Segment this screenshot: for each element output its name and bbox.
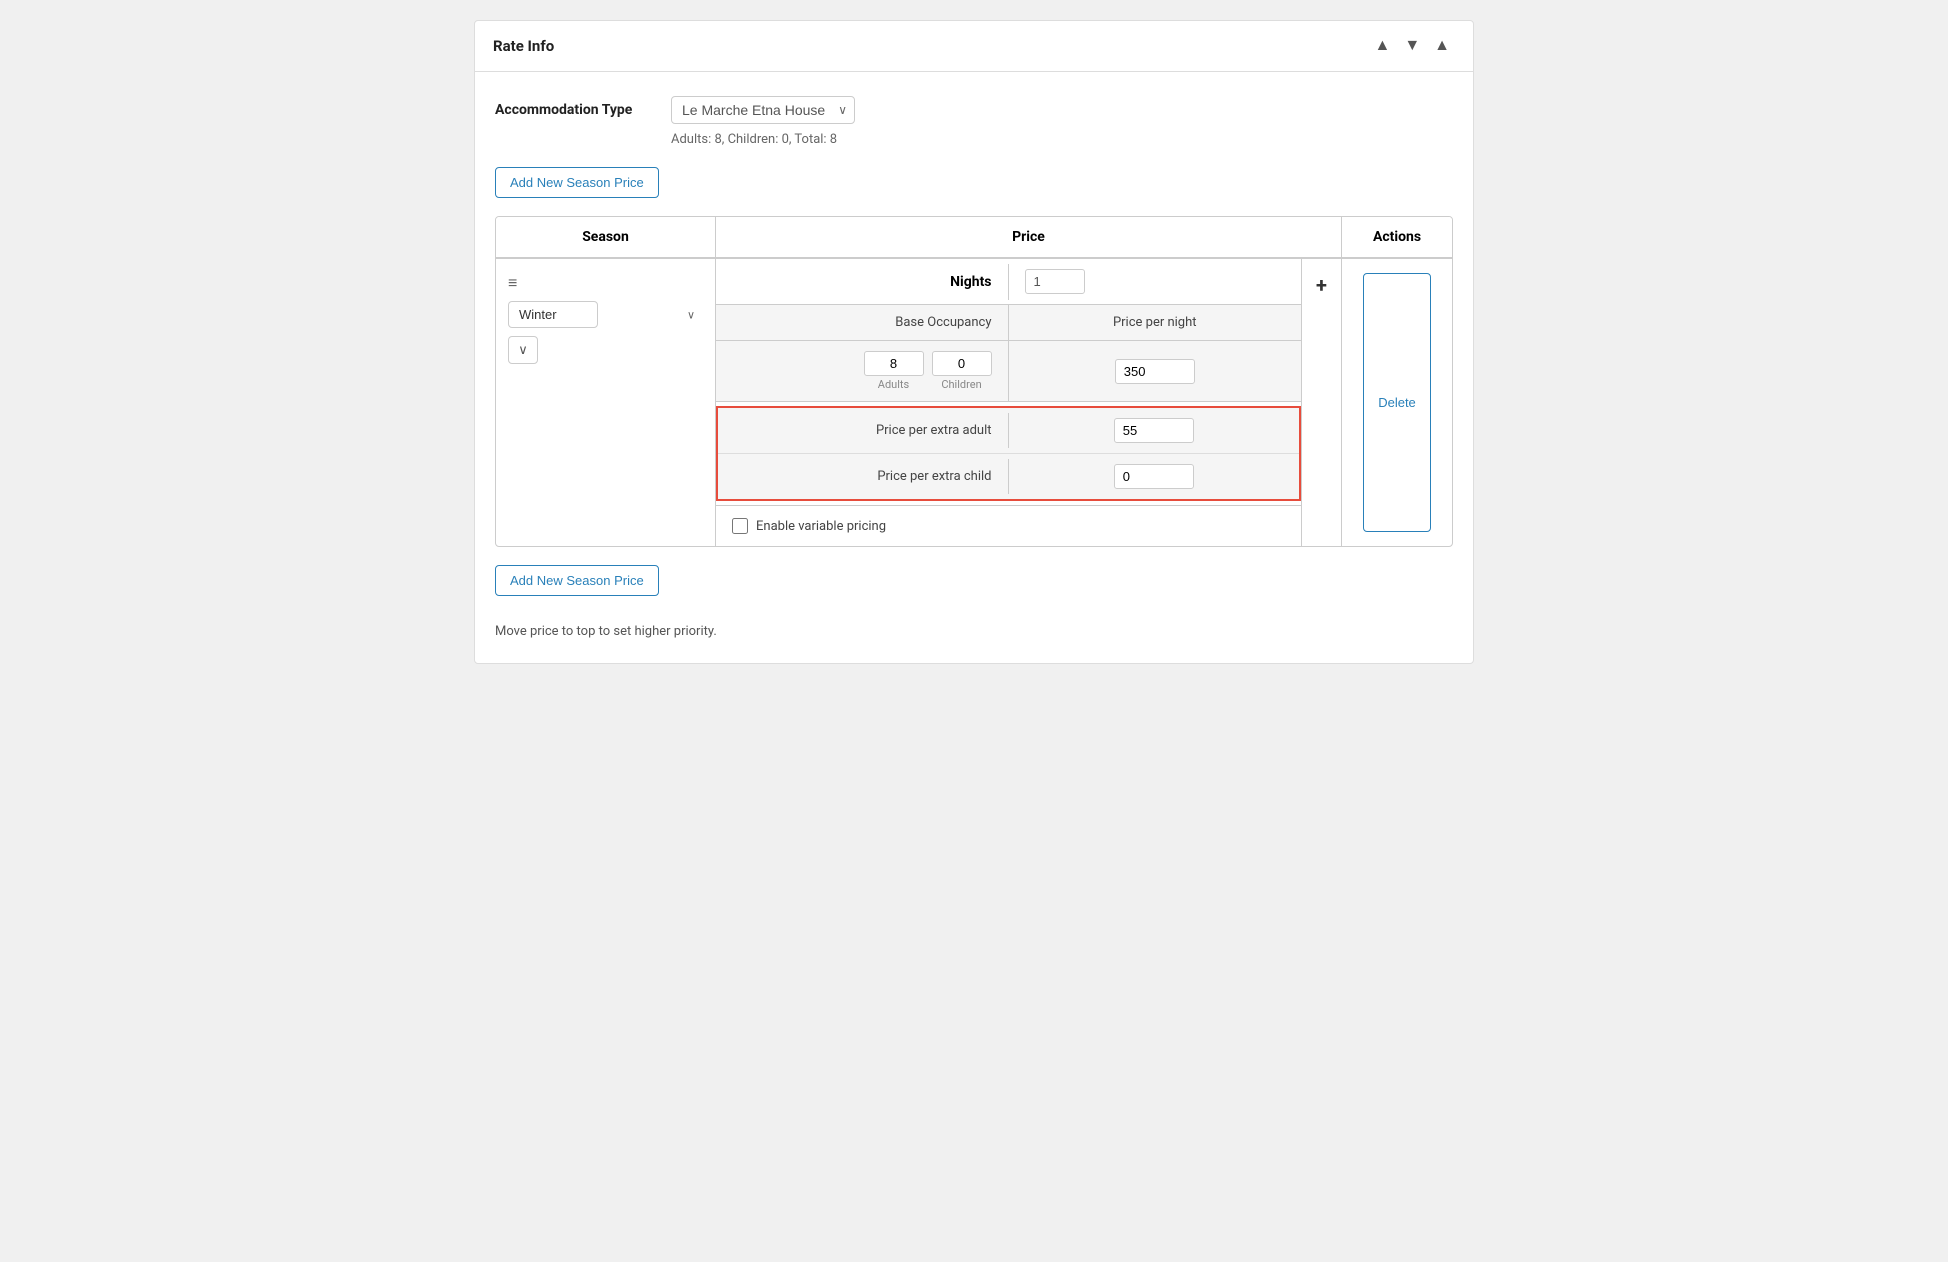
- extra-adult-label: Price per extra adult: [718, 413, 1009, 448]
- extra-child-row: Price per extra child: [718, 453, 1299, 499]
- header-controls: ▲ ▼ ▲: [1369, 35, 1455, 57]
- header-collapse-button[interactable]: ▲: [1429, 35, 1455, 57]
- children-input-group: Children: [932, 351, 992, 391]
- actions-cell: Delete: [1342, 259, 1452, 546]
- table-header: Season Price Actions: [496, 217, 1452, 258]
- season-select-wrapper: Winter Summer Spring Autumn: [508, 301, 703, 328]
- panel-title: Rate Info: [493, 37, 554, 55]
- adults-sub-label: Adults: [878, 378, 909, 391]
- col-header-price: Price: [716, 217, 1342, 257]
- delete-button[interactable]: Delete: [1363, 273, 1431, 532]
- season-cell-inner: ≡ Winter Summer Spring Autumn ∨: [508, 273, 703, 364]
- adults-input[interactable]: [864, 351, 924, 376]
- col-header-actions: Actions: [1342, 217, 1452, 257]
- header-up-button[interactable]: ▲: [1369, 35, 1395, 57]
- panel-header: Rate Info ▲ ▼ ▲: [475, 21, 1473, 72]
- rate-info-panel: Rate Info ▲ ▼ ▲ Accommodation Type Le Ma…: [474, 20, 1474, 664]
- season-select[interactable]: Winter Summer Spring Autumn: [508, 301, 598, 328]
- nights-input[interactable]: [1025, 269, 1085, 294]
- extra-child-input-area: [1009, 454, 1300, 499]
- extra-adult-row: Price per extra adult: [718, 408, 1299, 453]
- extra-child-label: Price per extra child: [718, 459, 1009, 494]
- table-row: ≡ Winter Summer Spring Autumn ∨: [496, 258, 1452, 546]
- footer-note: Move price to top to set higher priority…: [495, 624, 1453, 639]
- drag-handle-icon[interactable]: ≡: [508, 273, 517, 293]
- base-occupancy-label: Base Occupancy: [716, 305, 1009, 340]
- price-per-night-input-area: [1009, 349, 1302, 394]
- main-table: Season Price Actions ≡ Winter Su: [495, 216, 1453, 547]
- variable-pricing-row: Enable variable pricing: [716, 505, 1301, 546]
- accommodation-select[interactable]: Le Marche Etna House: [671, 96, 855, 124]
- children-input[interactable]: [932, 351, 992, 376]
- children-sub-label: Children: [941, 378, 981, 391]
- extra-prices-section: Price per extra adult Price per extra ch…: [716, 406, 1301, 501]
- variable-pricing-label: Enable variable pricing: [756, 519, 886, 534]
- col-header-season: Season: [496, 217, 716, 257]
- occupancy-info: Adults: 8, Children: 0, Total: 8: [671, 132, 1453, 147]
- adults-input-group: Adults: [864, 351, 924, 391]
- price-per-night-label: Price per night: [1009, 305, 1302, 340]
- accommodation-label: Accommodation Type: [495, 102, 655, 118]
- adults-children-row: Adults Children: [716, 341, 1301, 402]
- panel-body: Accommodation Type Le Marche Etna House …: [475, 72, 1473, 663]
- accommodation-row: Accommodation Type Le Marche Etna House: [495, 96, 1453, 124]
- nights-row: Nights: [716, 259, 1301, 305]
- extra-child-input[interactable]: [1114, 464, 1194, 489]
- add-season-bottom-button[interactable]: Add New Season Price: [495, 565, 659, 596]
- header-down-button[interactable]: ▼: [1399, 35, 1425, 57]
- adults-children-inputs: Adults Children: [716, 341, 1009, 401]
- add-season-top-button[interactable]: Add New Season Price: [495, 167, 659, 198]
- add-column-area: +: [1302, 259, 1342, 546]
- season-expand-button[interactable]: ∨: [508, 336, 538, 364]
- accommodation-select-wrapper: Le Marche Etna House: [671, 96, 855, 124]
- nights-input-area: [1009, 259, 1302, 304]
- chevron-down-icon: ∨: [518, 342, 528, 358]
- price-per-night-input[interactable]: [1115, 359, 1195, 384]
- variable-pricing-checkbox[interactable]: [732, 518, 748, 534]
- price-cell: Nights Base Occupancy Price per night: [716, 259, 1302, 546]
- extra-adult-input-area: [1009, 408, 1300, 453]
- extra-adult-input[interactable]: [1114, 418, 1194, 443]
- nights-label: Nights: [716, 264, 1009, 300]
- base-occupancy-row: Base Occupancy Price per night: [716, 305, 1301, 341]
- add-column-button[interactable]: +: [1316, 273, 1327, 297]
- season-cell: ≡ Winter Summer Spring Autumn ∨: [496, 259, 716, 546]
